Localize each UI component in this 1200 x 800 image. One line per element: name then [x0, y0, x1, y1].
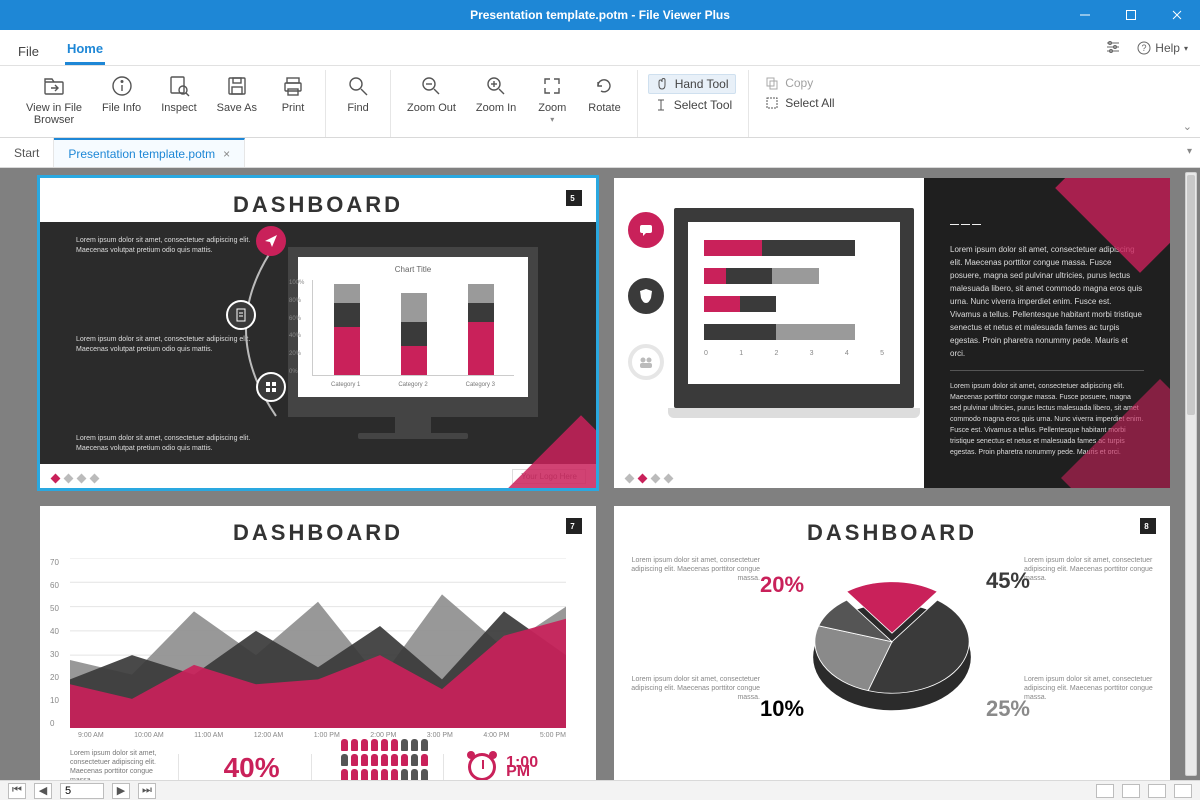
slide-thumbnail-7[interactable]: DASHBOARD7 706050403020100 9:00 AM10:00 … [40, 506, 596, 780]
pie-chart [770, 556, 1014, 736]
select-all-icon [765, 96, 779, 110]
search-icon [346, 74, 370, 98]
zoom-in-icon [484, 74, 508, 98]
monitor-graphic: 012345 [674, 208, 914, 418]
save-as-button[interactable]: Save As [211, 72, 263, 116]
scrollbar-thumb[interactable] [1187, 175, 1195, 415]
title-bar: Presentation template.potm - File Viewer… [0, 0, 1200, 30]
slide-title: DASHBOARD7 [40, 506, 596, 552]
slide-viewport: DASHBOARD5 Lorem ipsum dolor sit amet, c… [0, 168, 1200, 780]
text-cursor-icon [654, 98, 668, 112]
slide-thumbnail-8[interactable]: DASHBOARD8 Lorem ipsum dolor sit amet, c… [614, 506, 1170, 780]
copy-icon [765, 76, 779, 90]
next-page-button[interactable]: ▶ [112, 783, 130, 799]
chat-icon [628, 212, 664, 248]
folder-arrow-icon [42, 74, 66, 98]
slide-title: DASHBOARD8 [614, 506, 1170, 552]
zoom-out-icon [419, 74, 443, 98]
tab-overflow-icon[interactable]: ▾ [1187, 146, 1192, 157]
view-mode-1[interactable] [1096, 784, 1114, 798]
tab-file[interactable]: Presentation template.potm× [54, 138, 245, 167]
document-tabs: Start Presentation template.potm× ▾ [0, 138, 1200, 168]
people-infographic [336, 735, 434, 781]
page-number-input[interactable] [60, 783, 104, 799]
slide-title: DASHBOARD5 [40, 178, 596, 224]
tab-start[interactable]: Start [0, 138, 54, 167]
chevron-down-icon: ▾ [1184, 44, 1188, 53]
save-icon [225, 74, 249, 98]
maximize-button[interactable] [1108, 0, 1154, 30]
expand-icon [540, 74, 564, 98]
print-icon [281, 74, 305, 98]
view-mode-3[interactable] [1148, 784, 1166, 798]
help-button[interactable]: ? Help ▾ [1137, 41, 1188, 55]
inspect-button[interactable]: Inspect [155, 72, 202, 116]
print-button[interactable]: Print [271, 72, 315, 116]
view-mode-4[interactable] [1174, 784, 1192, 798]
zoom-out-button[interactable]: Zoom Out [401, 72, 462, 116]
vertical-scrollbar[interactable] [1185, 172, 1197, 776]
last-page-button[interactable]: ⏭ [138, 783, 156, 799]
slide-thumbnail-5[interactable]: DASHBOARD5 Lorem ipsum dolor sit amet, c… [40, 178, 596, 488]
window-title: Presentation template.potm - File Viewer… [470, 8, 730, 22]
bar-chart: 100%80%60%40%20%0% [312, 280, 514, 376]
zoom-in-button[interactable]: Zoom In [470, 72, 522, 116]
hand-tool-button[interactable]: Hand Tool [648, 74, 736, 94]
slide-pager [626, 475, 672, 482]
zoom-button[interactable]: Zoom▾ [530, 72, 574, 128]
users-icon [628, 344, 664, 380]
rotate-icon [592, 74, 616, 98]
ribbon: View in File Browser File Info Inspect S… [0, 66, 1200, 138]
document-icon [226, 300, 256, 330]
grid-icon [256, 372, 286, 402]
alarm-clock-icon [468, 753, 496, 780]
svg-text:?: ? [1142, 43, 1147, 53]
close-tab-icon[interactable]: × [223, 147, 230, 161]
minimize-button[interactable] [1062, 0, 1108, 30]
view-mode-2[interactable] [1122, 784, 1140, 798]
slide-thumbnail-6[interactable]: 012345 ——— Lorem ipsum dolor sit amet, c… [614, 178, 1170, 488]
pie-label-10: 10% [760, 696, 804, 722]
select-tool-button[interactable]: Select Tool [648, 96, 738, 114]
settings-icon[interactable] [1105, 40, 1121, 57]
find-button[interactable]: Find [336, 72, 380, 116]
inspect-icon [167, 74, 191, 98]
shield-icon [628, 278, 664, 314]
prev-page-button[interactable]: ◀ [34, 783, 52, 799]
collapse-ribbon-icon[interactable]: ⌄ [1183, 120, 1192, 133]
view-in-browser-button[interactable]: View in File Browser [20, 72, 88, 128]
hand-icon [655, 77, 669, 91]
copy-button[interactable]: Copy [759, 74, 819, 92]
menu-home[interactable]: Home [65, 33, 105, 65]
area-chart [70, 558, 566, 728]
file-info-button[interactable]: File Info [96, 72, 147, 116]
close-button[interactable] [1154, 0, 1200, 30]
stat-percent: 40% [203, 763, 301, 772]
first-page-button[interactable]: ⏮ [8, 783, 26, 799]
paper-plane-icon [256, 226, 286, 256]
info-icon [110, 74, 134, 98]
pie-label-25: 25% [986, 696, 1030, 722]
pie-label-45: 45% [986, 568, 1030, 594]
menu-file[interactable]: File [16, 36, 41, 65]
menu-bar: File Home ? Help ▾ [0, 30, 1200, 66]
pie-label-20: 20% [760, 572, 804, 598]
clock-stat: 1:00 PM [468, 753, 566, 780]
slide-pager [52, 475, 98, 482]
status-bar: ⏮ ◀ ▶ ⏭ [0, 780, 1200, 800]
select-all-button[interactable]: Select All [759, 94, 840, 112]
monitor-graphic: Chart Title 100%80%60%40%20%0% Category … [288, 247, 538, 439]
rotate-button[interactable]: Rotate [582, 72, 626, 116]
horizontal-bar-chart [704, 240, 884, 340]
